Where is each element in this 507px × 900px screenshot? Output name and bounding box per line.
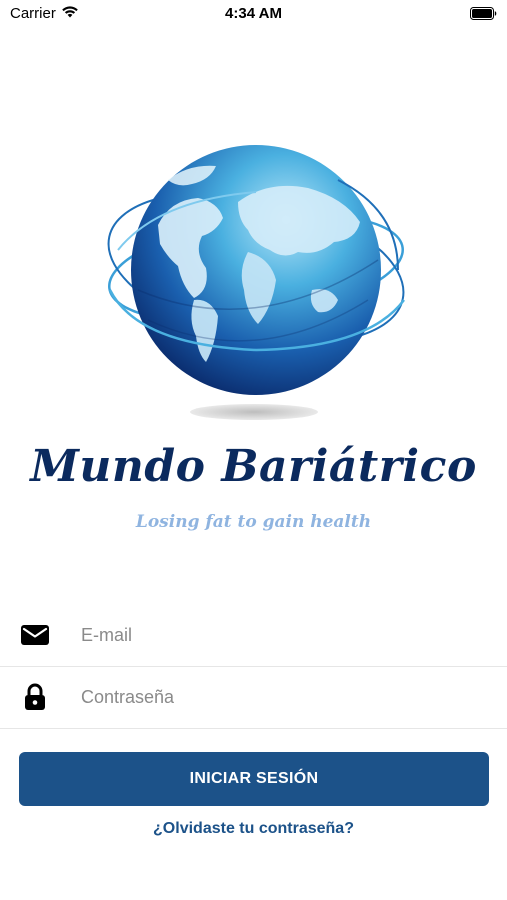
login-screen: Carrier 4:34 AM Mundo Bariátrico Losing … xyxy=(0,0,507,900)
battery-icon xyxy=(470,7,497,24)
login-button[interactable]: INICIAR SESIÓN xyxy=(19,752,489,806)
status-time: 4:34 AM xyxy=(225,5,282,22)
brand-title: Mundo Bariátrico xyxy=(30,441,477,492)
brand-tagline: Losing fat to gain health xyxy=(135,512,372,532)
status-bar: Carrier 4:34 AM xyxy=(0,0,507,28)
globe-logo xyxy=(98,140,414,430)
email-field[interactable] xyxy=(81,615,461,655)
lock-icon xyxy=(20,683,50,711)
envelope-icon xyxy=(20,624,50,646)
email-row[interactable] xyxy=(0,604,507,667)
password-field[interactable] xyxy=(81,677,461,717)
password-row[interactable] xyxy=(0,666,507,729)
forgot-password-link[interactable]: ¿Olvidaste tu contraseña? xyxy=(0,820,507,838)
